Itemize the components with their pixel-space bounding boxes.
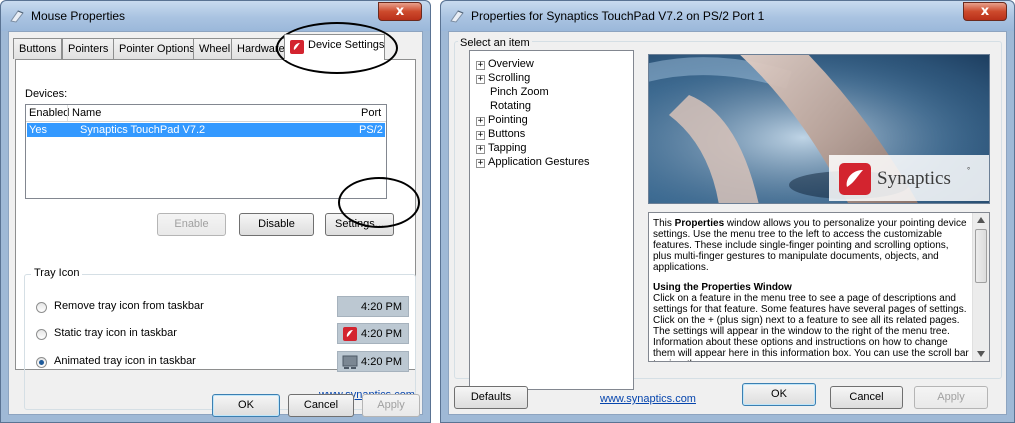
info-text-part: This (653, 218, 675, 229)
device-settings-page: Devices: Enabled Name Port Yes Synaptics… (15, 59, 416, 410)
title-bar[interactable]: Mouse Properties x (1, 1, 430, 31)
tree-item-overview[interactable]: + Overview (476, 58, 534, 70)
close-button[interactable]: x (378, 2, 422, 21)
tray-preview-none: 4:20 PM (337, 296, 409, 317)
title-bar[interactable]: Properties for Synaptics TouchPad V7.2 o… (441, 1, 1014, 31)
tab-wheel[interactable]: Wheel (193, 38, 237, 59)
static-tray-radio[interactable] (36, 329, 47, 340)
synaptics-tray-icon (343, 327, 357, 341)
tree-item-buttons[interactable]: + Buttons (476, 128, 525, 140)
tree-item-pinch-zoom[interactable]: Pinch Zoom (476, 86, 549, 98)
info-text-bold: Properties (674, 218, 725, 229)
settings-button[interactable]: Settings... (325, 213, 394, 236)
expand-icon[interactable]: + (476, 131, 485, 140)
tree-item-rotating[interactable]: Rotating (476, 100, 531, 112)
synaptics-logo-icon (290, 40, 304, 54)
window-title: Properties for Synaptics TouchPad V7.2 o… (471, 9, 765, 23)
expand-icon[interactable]: + (476, 61, 485, 70)
tray-preview-static: 4:20 PM (337, 323, 409, 344)
remove-tray-radio[interactable] (36, 302, 47, 313)
tab-buttons[interactable]: Buttons (13, 38, 63, 59)
animated-tray-radio[interactable] (36, 357, 47, 368)
tree-item-label: Scrolling (488, 72, 531, 84)
defaults-button[interactable]: Defaults (454, 386, 528, 409)
scroll-down-icon[interactable] (977, 351, 985, 357)
row-port: PS/2 (359, 124, 383, 136)
tree-item-label: Pointing (488, 114, 528, 126)
scroll-thumb[interactable] (975, 229, 987, 283)
cancel-button[interactable]: Cancel (830, 386, 903, 409)
tray-time: 4:20 PM (361, 356, 402, 368)
synaptics-wordmark: Synaptics (877, 168, 951, 189)
info-box[interactable]: This Properties window allows you to per… (648, 212, 990, 362)
dialog-body: Select an item + Overview + Scrolling Pinc… (448, 31, 1007, 415)
static-tray-label[interactable]: Static tray icon in taskbar (54, 327, 177, 339)
select-item-label: Select an item (458, 37, 532, 49)
scroll-up-icon[interactable] (977, 217, 985, 223)
tree-item-pointing[interactable]: + Pointing (476, 114, 528, 126)
row-name: Synaptics TouchPad V7.2 (80, 124, 206, 136)
synaptics-properties-window: Properties for Synaptics TouchPad V7.2 o… (440, 0, 1015, 423)
window-title: Mouse Properties (31, 9, 126, 23)
ok-button[interactable]: OK (212, 394, 280, 417)
scrollbar[interactable] (972, 213, 989, 361)
devices-label: Devices: (25, 88, 68, 100)
table-row[interactable]: Yes Synaptics TouchPad V7.2 PS/2 (27, 123, 385, 137)
expand-icon[interactable]: + (476, 145, 485, 154)
column-divider (67, 105, 68, 121)
cancel-button[interactable]: Cancel (288, 394, 354, 417)
tab-device-settings[interactable]: Device Settings (284, 34, 385, 60)
remove-tray-label[interactable]: Remove tray icon from taskbar (54, 300, 204, 312)
touchpad-preview-image: Synaptics ° (648, 54, 990, 204)
mouse-properties-window: Mouse Properties x Buttons Pointers Poin… (0, 0, 431, 423)
info-paragraph: Click on a feature in the menu tree to s… (653, 293, 969, 361)
dialog-body: Buttons Pointers Pointer Options Wheel H… (8, 31, 423, 417)
mouse-app-icon (10, 10, 24, 23)
touchpad-tray-icon (342, 355, 358, 369)
row-enabled: Yes (29, 124, 47, 136)
expand-icon[interactable]: + (476, 159, 485, 168)
tree-item-label: Overview (488, 58, 534, 70)
tray-preview-animated: 4:20 PM (337, 351, 409, 372)
list-header: Enabled Name Port (26, 105, 386, 122)
column-enabled[interactable]: Enabled (29, 107, 69, 119)
tree-item-application-gestures[interactable]: + Application Gestures (476, 156, 590, 168)
expand-icon[interactable]: + (476, 75, 485, 84)
apply-button[interactable]: Apply (362, 394, 420, 417)
tree-item-label: Application Gestures (488, 156, 590, 168)
tray-time: 4:20 PM (361, 301, 402, 313)
close-button[interactable]: x (963, 2, 1007, 21)
tab-hardware[interactable]: Hardware (231, 38, 291, 59)
animated-tray-label[interactable]: Animated tray icon in taskbar (54, 355, 196, 367)
synaptics-logo-icon (839, 163, 871, 195)
devices-list[interactable]: Enabled Name Port Yes Synaptics TouchPad… (25, 104, 387, 199)
info-heading: Using the Properties Window (653, 282, 792, 293)
tree-item-scrolling[interactable]: + Scrolling (476, 72, 530, 84)
mouse-app-icon (450, 10, 464, 23)
tree-item-label: Buttons (488, 128, 526, 140)
enable-button[interactable]: Enable (157, 213, 226, 236)
column-name[interactable]: Name (72, 107, 101, 119)
column-port[interactable]: Port (361, 107, 381, 119)
feature-tree[interactable]: + Overview + Scrolling Pinch Zoom Rotating… (469, 50, 634, 390)
synaptics-link[interactable]: www.synaptics.com (600, 393, 696, 405)
expand-icon[interactable]: + (476, 117, 485, 126)
tab-pointer-options[interactable]: Pointer Options (113, 38, 201, 59)
tab-pointers[interactable]: Pointers (62, 38, 115, 59)
tree-item-label: Tapping (488, 142, 527, 154)
tab-label: Device Settings (308, 39, 385, 51)
disable-button[interactable]: Disable (239, 213, 314, 236)
tray-icon-group-label: Tray Icon (31, 267, 83, 279)
apply-button[interactable]: Apply (914, 386, 988, 409)
tray-time: 4:20 PM (361, 328, 402, 340)
info-text: This Properties window allows you to per… (653, 218, 969, 361)
tree-item-tapping[interactable]: + Tapping (476, 142, 527, 154)
ok-button[interactable]: OK (742, 383, 816, 406)
trademark-mark: ° (967, 166, 971, 175)
